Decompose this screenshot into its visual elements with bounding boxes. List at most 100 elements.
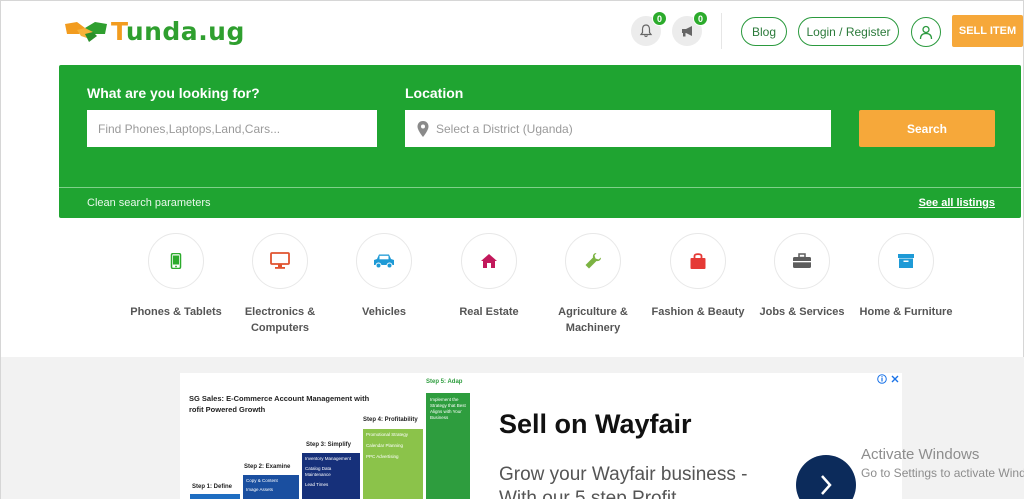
- category-label: Phones & Tablets: [121, 304, 231, 320]
- logo-text: Tunda.ug: [111, 17, 245, 46]
- ad-step-1-label: Step 1: Define: [192, 484, 233, 490]
- search-query-placeholder: Find Phones,Laptops,Land,Cars...: [98, 121, 281, 136]
- ad-step-3-item: Inventory Management: [305, 456, 352, 461]
- category-label-line2: Machinery: [565, 322, 621, 334]
- category-label-line1: Phones & Tablets: [130, 306, 222, 318]
- activation-subtitle: Go to Settings to activate Windows.: [861, 466, 1024, 480]
- category-label-line1: Real Estate: [459, 306, 519, 318]
- category-fashion-beauty[interactable]: Fashion & Beauty: [643, 233, 753, 320]
- ad-step-5-block: Step 5: Adap Implement the Strategy that…: [426, 379, 470, 499]
- ad-step-5-item: Implement the Strategy that Best Aligns …: [430, 397, 466, 420]
- wayfair-ad-banner[interactable]: SG Sales: E-Commerce Account Management …: [180, 373, 902, 499]
- see-all-listings-link[interactable]: See all listings: [919, 197, 995, 209]
- notifications-count-badge: 0: [652, 11, 667, 26]
- category-label: Real Estate: [434, 304, 544, 320]
- ad-step-4-block: Step 4: Profitability Promotional Strate…: [363, 417, 423, 499]
- ad-step-3-item: Lead Times: [305, 482, 329, 487]
- logo-rest: unda: [125, 16, 199, 46]
- category-icon-circle: [774, 233, 830, 289]
- ad-close-icon: [891, 375, 899, 383]
- user-account-button[interactable]: [911, 17, 941, 47]
- ad-step-2-block: Step 2: Examine Copy & Content Image Ass…: [243, 464, 299, 499]
- logo-suffix: .ug: [198, 16, 245, 46]
- blog-button[interactable]: Blog: [741, 17, 787, 46]
- ad-step-3-block: Step 3: Simplify Inventory Management Ca…: [302, 442, 360, 499]
- ad-graphic: SG Sales: E-Commerce Account Management …: [180, 373, 480, 499]
- ad-step-4-item: PPC Advertising: [366, 454, 399, 459]
- category-label-line1: Agriculture &: [558, 306, 628, 318]
- category-agriculture-machinery[interactable]: Agriculture & Machinery: [538, 233, 648, 336]
- category-label-line2: Computers: [250, 322, 310, 334]
- announcements-count-badge: 0: [693, 11, 708, 26]
- category-jobs-services[interactable]: Jobs & Services: [747, 233, 857, 320]
- category-label-line1: Jobs & Services: [759, 306, 845, 318]
- search-button[interactable]: Search: [859, 110, 995, 147]
- ad-subtitle: Grow your Wayfair business - With our 5 …: [499, 463, 747, 499]
- ad-step-4-item: Calendar Planning: [366, 443, 404, 448]
- user-icon: [919, 25, 933, 40]
- box-icon: [898, 254, 914, 268]
- site-header: Tunda.ug 0 0 Blog Login / Register SELL …: [1, 1, 1024, 63]
- monitor-icon: [270, 252, 290, 269]
- ad-subtitle-line1: Grow your Wayfair business -: [499, 464, 748, 485]
- category-label: Fashion & Beauty: [643, 304, 753, 320]
- category-label: Vehicles: [329, 304, 439, 320]
- phone-icon: [170, 253, 182, 269]
- ad-title: Sell on Wayfair: [499, 409, 692, 439]
- search-panel: What are you looking for? Find Phones,La…: [59, 65, 1021, 218]
- ad-info-icon: [877, 374, 887, 384]
- category-phones-tablets[interactable]: Phones & Tablets: [121, 233, 231, 320]
- query-label: What are you looking for?: [87, 85, 260, 101]
- briefcase-icon: [793, 253, 811, 268]
- category-icon-circle: [461, 233, 517, 289]
- category-label: Home & Furniture: [851, 304, 961, 320]
- category-vehicles[interactable]: Vehicles: [329, 233, 439, 320]
- category-icon-circle: [565, 233, 621, 289]
- ad-step-4-item: Promotional Strategy: [366, 432, 409, 437]
- ad-step-3-item: Catalog Data Maintenance: [305, 466, 332, 477]
- car-icon: [374, 254, 394, 269]
- category-label-line1: Electronics &: [244, 306, 316, 318]
- ad-graphic-title: SG Sales: E-Commerce Account Management …: [189, 393, 369, 415]
- ad-step-3-label: Step 3: Simplify: [306, 442, 352, 448]
- ad-step-1-block: Step 1: Define: [190, 484, 240, 499]
- ad-graphic-title-line1: SG Sales: E-Commerce Account Management …: [189, 394, 370, 403]
- sell-item-button[interactable]: SELL ITEM: [952, 15, 1023, 47]
- clean-search-link[interactable]: Clean search parameters: [87, 197, 211, 209]
- ad-graphic-title-line2: rofit Powered Growth: [189, 405, 266, 414]
- announcements-button[interactable]: 0: [672, 11, 708, 46]
- location-placeholder: Select a District (Uganda): [436, 121, 573, 136]
- ad-choices[interactable]: [877, 374, 900, 384]
- category-label-line1: Vehicles: [361, 306, 407, 318]
- category-icon-circle: [670, 233, 726, 289]
- search-query-input[interactable]: Find Phones,Laptops,Land,Cars...: [87, 110, 377, 147]
- bell-icon: [639, 24, 653, 38]
- category-home-furniture[interactable]: Home & Furniture: [851, 233, 961, 320]
- wrench-icon: [585, 253, 601, 269]
- windows-activation-watermark: Activate Windows Go to Settings to activ…: [861, 446, 1024, 480]
- ad-step-2-item: Image Assets: [246, 487, 274, 492]
- ad-subtitle-line2: With our 5 step Profit: [499, 488, 677, 499]
- ad-step-2-label: Step 2: Examine: [244, 464, 291, 470]
- map-pin-icon: [417, 120, 429, 137]
- location-select[interactable]: Select a District (Uganda): [405, 110, 831, 147]
- ad-step-2-item: Copy & Content: [246, 478, 278, 483]
- category-electronics-computers[interactable]: Electronics & Computers: [225, 233, 335, 336]
- house-icon: [481, 254, 497, 268]
- category-icon-circle: [252, 233, 308, 289]
- category-label: Agriculture & Machinery: [538, 304, 648, 336]
- ad-step-5-label: Step 5: Adap: [426, 379, 463, 385]
- handshake-logo-icon: [63, 16, 109, 46]
- logo-letter-t: T: [111, 16, 126, 46]
- login-register-button[interactable]: Login / Register: [798, 17, 899, 46]
- notifications-button[interactable]: 0: [631, 11, 667, 46]
- activation-title: Activate Windows: [861, 446, 980, 463]
- category-label: Jobs & Services: [747, 304, 857, 320]
- category-label-line1: Fashion & Beauty: [651, 306, 745, 318]
- category-icon-circle: [148, 233, 204, 289]
- category-icon-circle: [356, 233, 412, 289]
- ad-next-button[interactable]: [796, 455, 856, 499]
- megaphone-icon: [681, 26, 692, 37]
- category-real-estate[interactable]: Real Estate: [434, 233, 544, 320]
- tunda-logo[interactable]: Tunda.ug: [63, 16, 245, 46]
